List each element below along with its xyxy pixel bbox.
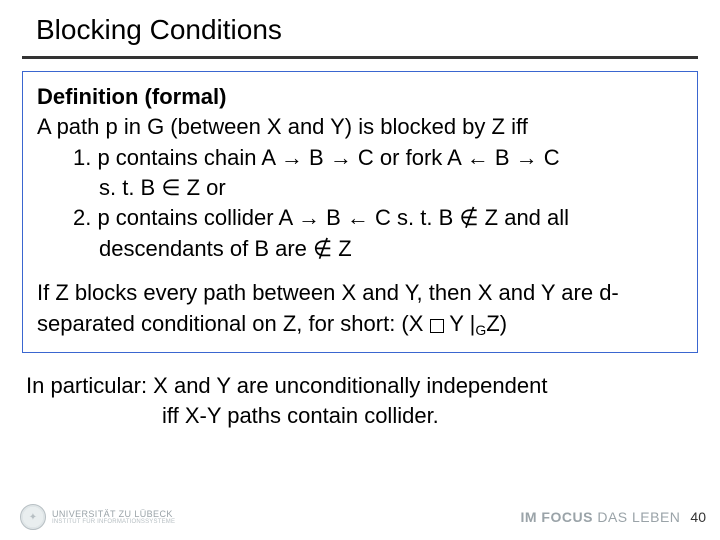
dsep-text-post: Z) (486, 311, 507, 336)
slogan-strong: IM FOCUS (520, 509, 592, 525)
university-text: UNIVERSITÄT ZU LÜBECK INSTITUT FÜR INFOR… (52, 510, 175, 525)
page-number: 40 (690, 509, 706, 525)
remark-text: In particular: X and Y are unconditional… (26, 371, 694, 432)
definition-item-2-line-2: descendants of B are ∉ Z (37, 234, 683, 264)
definition-intro: A path p in G (between X and Y) is block… (37, 112, 683, 142)
definition-box: Definition (formal) A path p in G (betwe… (22, 71, 698, 353)
d-separation-statement: If Z blocks every path between X and Y, … (37, 278, 683, 340)
university-name: UNIVERSITÄT ZU LÜBECK (52, 510, 175, 519)
slide: Blocking Conditions Definition (formal) … (0, 0, 720, 540)
seal-icon: ✦ (20, 504, 46, 530)
university-logo: ✦ UNIVERSITÄT ZU LÜBECK INSTITUT FÜR INF… (20, 504, 175, 530)
dsep-text-mid: Y | (449, 311, 475, 336)
dsep-subscript-g: G (475, 322, 486, 338)
remark-line-2: iff X-Y paths contain collider. (26, 401, 694, 431)
institute-name: INSTITUT FÜR INFORMATIONSSYSTEME (52, 519, 175, 525)
slide-title: Blocking Conditions (0, 0, 720, 56)
definition-item-1-line-1: 1. p contains chain A → B → C or fork A … (37, 143, 683, 173)
definition-item-1-line-2: s. t. B ∈ Z or (37, 173, 683, 203)
title-divider (22, 56, 698, 59)
slide-footer: ✦ UNIVERSITÄT ZU LÜBECK INSTITUT FÜR INF… (0, 504, 720, 530)
definition-item-2-line-1: 2. p contains collider A → B ← C s. t. B… (37, 203, 683, 233)
slogan: IM FOCUS DAS LEBEN (520, 509, 680, 525)
definition-header: Definition (formal) (37, 82, 683, 112)
independence-symbol-icon (430, 319, 444, 333)
remark-line-1: In particular: X and Y are unconditional… (26, 371, 694, 401)
dsep-text-pre: If Z blocks every path between X and Y, … (37, 280, 619, 335)
slogan-rest: DAS LEBEN (593, 509, 680, 525)
footer-right: IM FOCUS DAS LEBEN 40 (520, 509, 706, 525)
